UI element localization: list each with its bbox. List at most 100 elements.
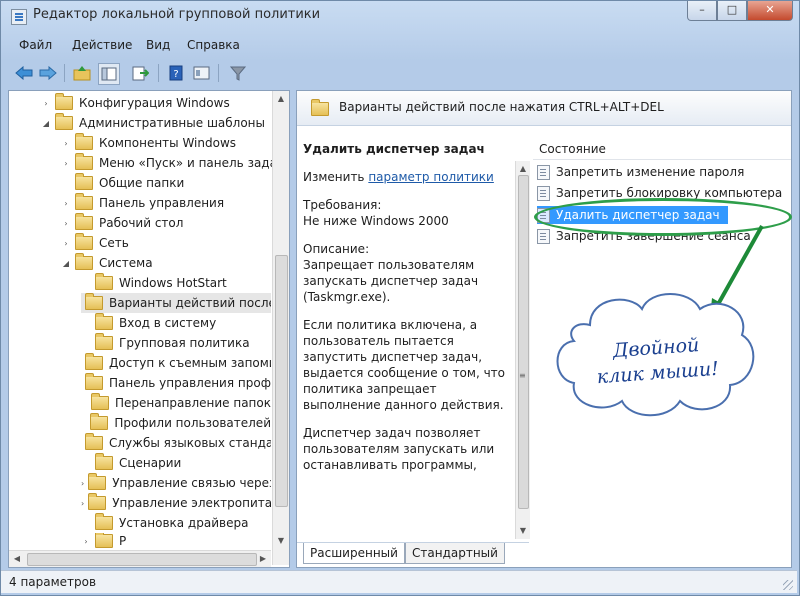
expand-chevron-icon[interactable]: › xyxy=(61,219,71,228)
tree-item[interactable]: ◢ Административные шаблоны xyxy=(41,113,265,133)
description-scrollbar[interactable]: ▲ ≡ ▼ xyxy=(515,161,530,539)
folder-icon xyxy=(95,313,113,330)
menu-help[interactable]: Справка xyxy=(187,38,240,52)
maximize-button[interactable]: □ xyxy=(717,1,747,21)
export-list-icon[interactable] xyxy=(130,63,150,83)
expand-chevron-icon[interactable]: › xyxy=(81,499,84,508)
tree-item[interactable]: Перенаправление папок xyxy=(81,393,271,413)
show-hide-tree-icon[interactable] xyxy=(98,63,120,85)
tree-item[interactable]: Вход в систему xyxy=(81,313,216,333)
policy-setting-icon xyxy=(537,185,550,201)
tree-item[interactable]: Профили пользователей xyxy=(81,413,271,433)
menu-action[interactable]: Действие xyxy=(72,38,132,52)
resize-grip-icon[interactable] xyxy=(783,580,793,590)
tree-item[interactable]: Службы языковых стандартов xyxy=(81,433,271,453)
folder-icon xyxy=(95,273,113,290)
scrollbar-thumb[interactable] xyxy=(518,175,529,509)
tree-pane: › Конфигурация Windows ◢ Административные … xyxy=(8,90,290,568)
scroll-up-icon[interactable]: ▲ xyxy=(273,91,289,107)
close-button[interactable]: ✕ xyxy=(747,1,793,21)
folder-icon xyxy=(85,373,103,390)
policy-title: Удалить диспетчер задач xyxy=(303,142,485,156)
scrollbar-thumb[interactable] xyxy=(275,255,288,507)
app-icon xyxy=(11,9,27,25)
tree-item[interactable]: › Компоненты Windows xyxy=(61,133,236,153)
tree-item[interactable]: › Конфигурация Windows xyxy=(41,93,230,113)
folder-icon xyxy=(88,493,107,510)
tree-item-label: Вход в систему xyxy=(119,316,217,330)
toolbar-separator xyxy=(218,64,219,82)
tree-item[interactable]: Общие папки xyxy=(61,173,184,193)
back-arrow-icon[interactable] xyxy=(14,63,34,83)
edit-policy-link[interactable]: параметр политики xyxy=(368,170,494,184)
filter-icon[interactable] xyxy=(228,63,248,83)
tree-item-label: Общие папки xyxy=(99,176,185,190)
tab-extended[interactable]: Расширенный xyxy=(303,543,405,564)
folder-icon xyxy=(85,353,103,370)
tree-item-label: Административные шаблоны xyxy=(79,116,266,130)
tree-item[interactable]: ◢ Система xyxy=(61,253,153,273)
scroll-down-icon[interactable]: ▼ xyxy=(273,533,289,549)
expand-chevron-icon[interactable]: › xyxy=(61,159,71,168)
tree-item[interactable]: Доступ к съемным запоминающим xyxy=(81,353,271,373)
edit-prefix: Изменить xyxy=(303,170,369,184)
collapse-triangle-icon[interactable]: ◢ xyxy=(41,119,51,128)
collapse-triangle-icon[interactable]: ◢ xyxy=(61,259,71,268)
folder-icon xyxy=(55,93,73,110)
folder-icon xyxy=(75,153,93,170)
tree-item[interactable]: Сценарии xyxy=(81,453,181,473)
expand-chevron-icon[interactable]: › xyxy=(61,239,71,248)
folder-icon xyxy=(85,433,103,450)
tree-item[interactable]: Групповая политика xyxy=(81,333,250,353)
tree-item[interactable]: › Рабочий стол xyxy=(61,213,183,233)
help-icon[interactable]: ? xyxy=(166,63,186,83)
menu-view[interactable]: Вид xyxy=(146,38,170,52)
expand-chevron-icon[interactable]: › xyxy=(61,199,71,208)
scroll-down-icon[interactable]: ▼ xyxy=(516,523,530,539)
tree-item-label: Панель управления xyxy=(99,196,225,210)
window-title: Редактор локальной групповой политики xyxy=(33,7,321,22)
minimize-button[interactable]: – xyxy=(687,1,717,21)
menu-file[interactable]: Файл xyxy=(19,38,52,52)
expand-chevron-icon[interactable]: › xyxy=(61,139,71,148)
tree-item[interactable]: Панель управления профилями xyxy=(81,373,271,393)
expand-chevron-icon[interactable]: › xyxy=(81,537,91,546)
tree-item[interactable]: › Р xyxy=(81,533,126,549)
tree-item[interactable]: Windows HotStart xyxy=(81,273,227,293)
scroll-right-icon[interactable]: ▶ xyxy=(255,551,271,567)
tab-standard[interactable]: Стандартный xyxy=(405,543,505,564)
tree-item-label: Конфигурация Windows xyxy=(79,96,230,110)
folder-icon xyxy=(95,513,113,530)
policy-setting-icon xyxy=(537,164,550,180)
tree-horizontal-scrollbar[interactable]: ◀ ▶ xyxy=(9,550,271,567)
tree-item[interactable]: › Сеть xyxy=(61,233,129,253)
tree-item[interactable]: › Меню «Пуск» и панель задач xyxy=(61,153,284,173)
column-header-state[interactable]: Состояние xyxy=(533,139,791,160)
expand-chevron-icon[interactable]: › xyxy=(81,479,84,488)
tree-item-label: Перенаправление папок xyxy=(114,396,271,410)
description-label: Описание: xyxy=(303,242,370,256)
scroll-left-icon[interactable]: ◀ xyxy=(9,551,25,567)
view-tabs: Расширенный Стандартный xyxy=(297,542,529,567)
up-folder-icon[interactable] xyxy=(72,63,92,83)
tree-item[interactable]: › Управление электропитанием xyxy=(81,493,271,513)
policy-label: Запретить изменение пароля xyxy=(556,165,745,179)
toolbar-separator xyxy=(64,64,65,82)
requirements-label: Требования: xyxy=(303,198,382,212)
tree-item-selected[interactable]: Варианты действий после нажатия xyxy=(81,293,271,313)
folder-icon xyxy=(90,413,109,430)
forward-arrow-icon[interactable] xyxy=(38,63,58,83)
tree-item-label: Панель управления профилями xyxy=(109,376,271,390)
tree-item[interactable]: › Управление связью через Интернет xyxy=(81,473,271,493)
scrollbar-thumb[interactable] xyxy=(27,553,257,566)
expand-chevron-icon[interactable]: › xyxy=(41,99,51,108)
policy-row[interactable]: Запретить изменение пароля xyxy=(537,163,744,181)
tree-item[interactable]: › Панель управления xyxy=(61,193,224,213)
tree-vertical-scrollbar[interactable]: ▲ ▼ xyxy=(272,91,289,565)
tree-item-label: Система xyxy=(99,256,153,270)
tree-item[interactable]: Установка драйвера xyxy=(81,513,248,533)
toolbar: ? xyxy=(2,59,798,87)
folder-icon xyxy=(55,113,73,130)
tree-item-label: Профили пользователей xyxy=(114,416,271,430)
properties-icon[interactable] xyxy=(192,63,212,83)
